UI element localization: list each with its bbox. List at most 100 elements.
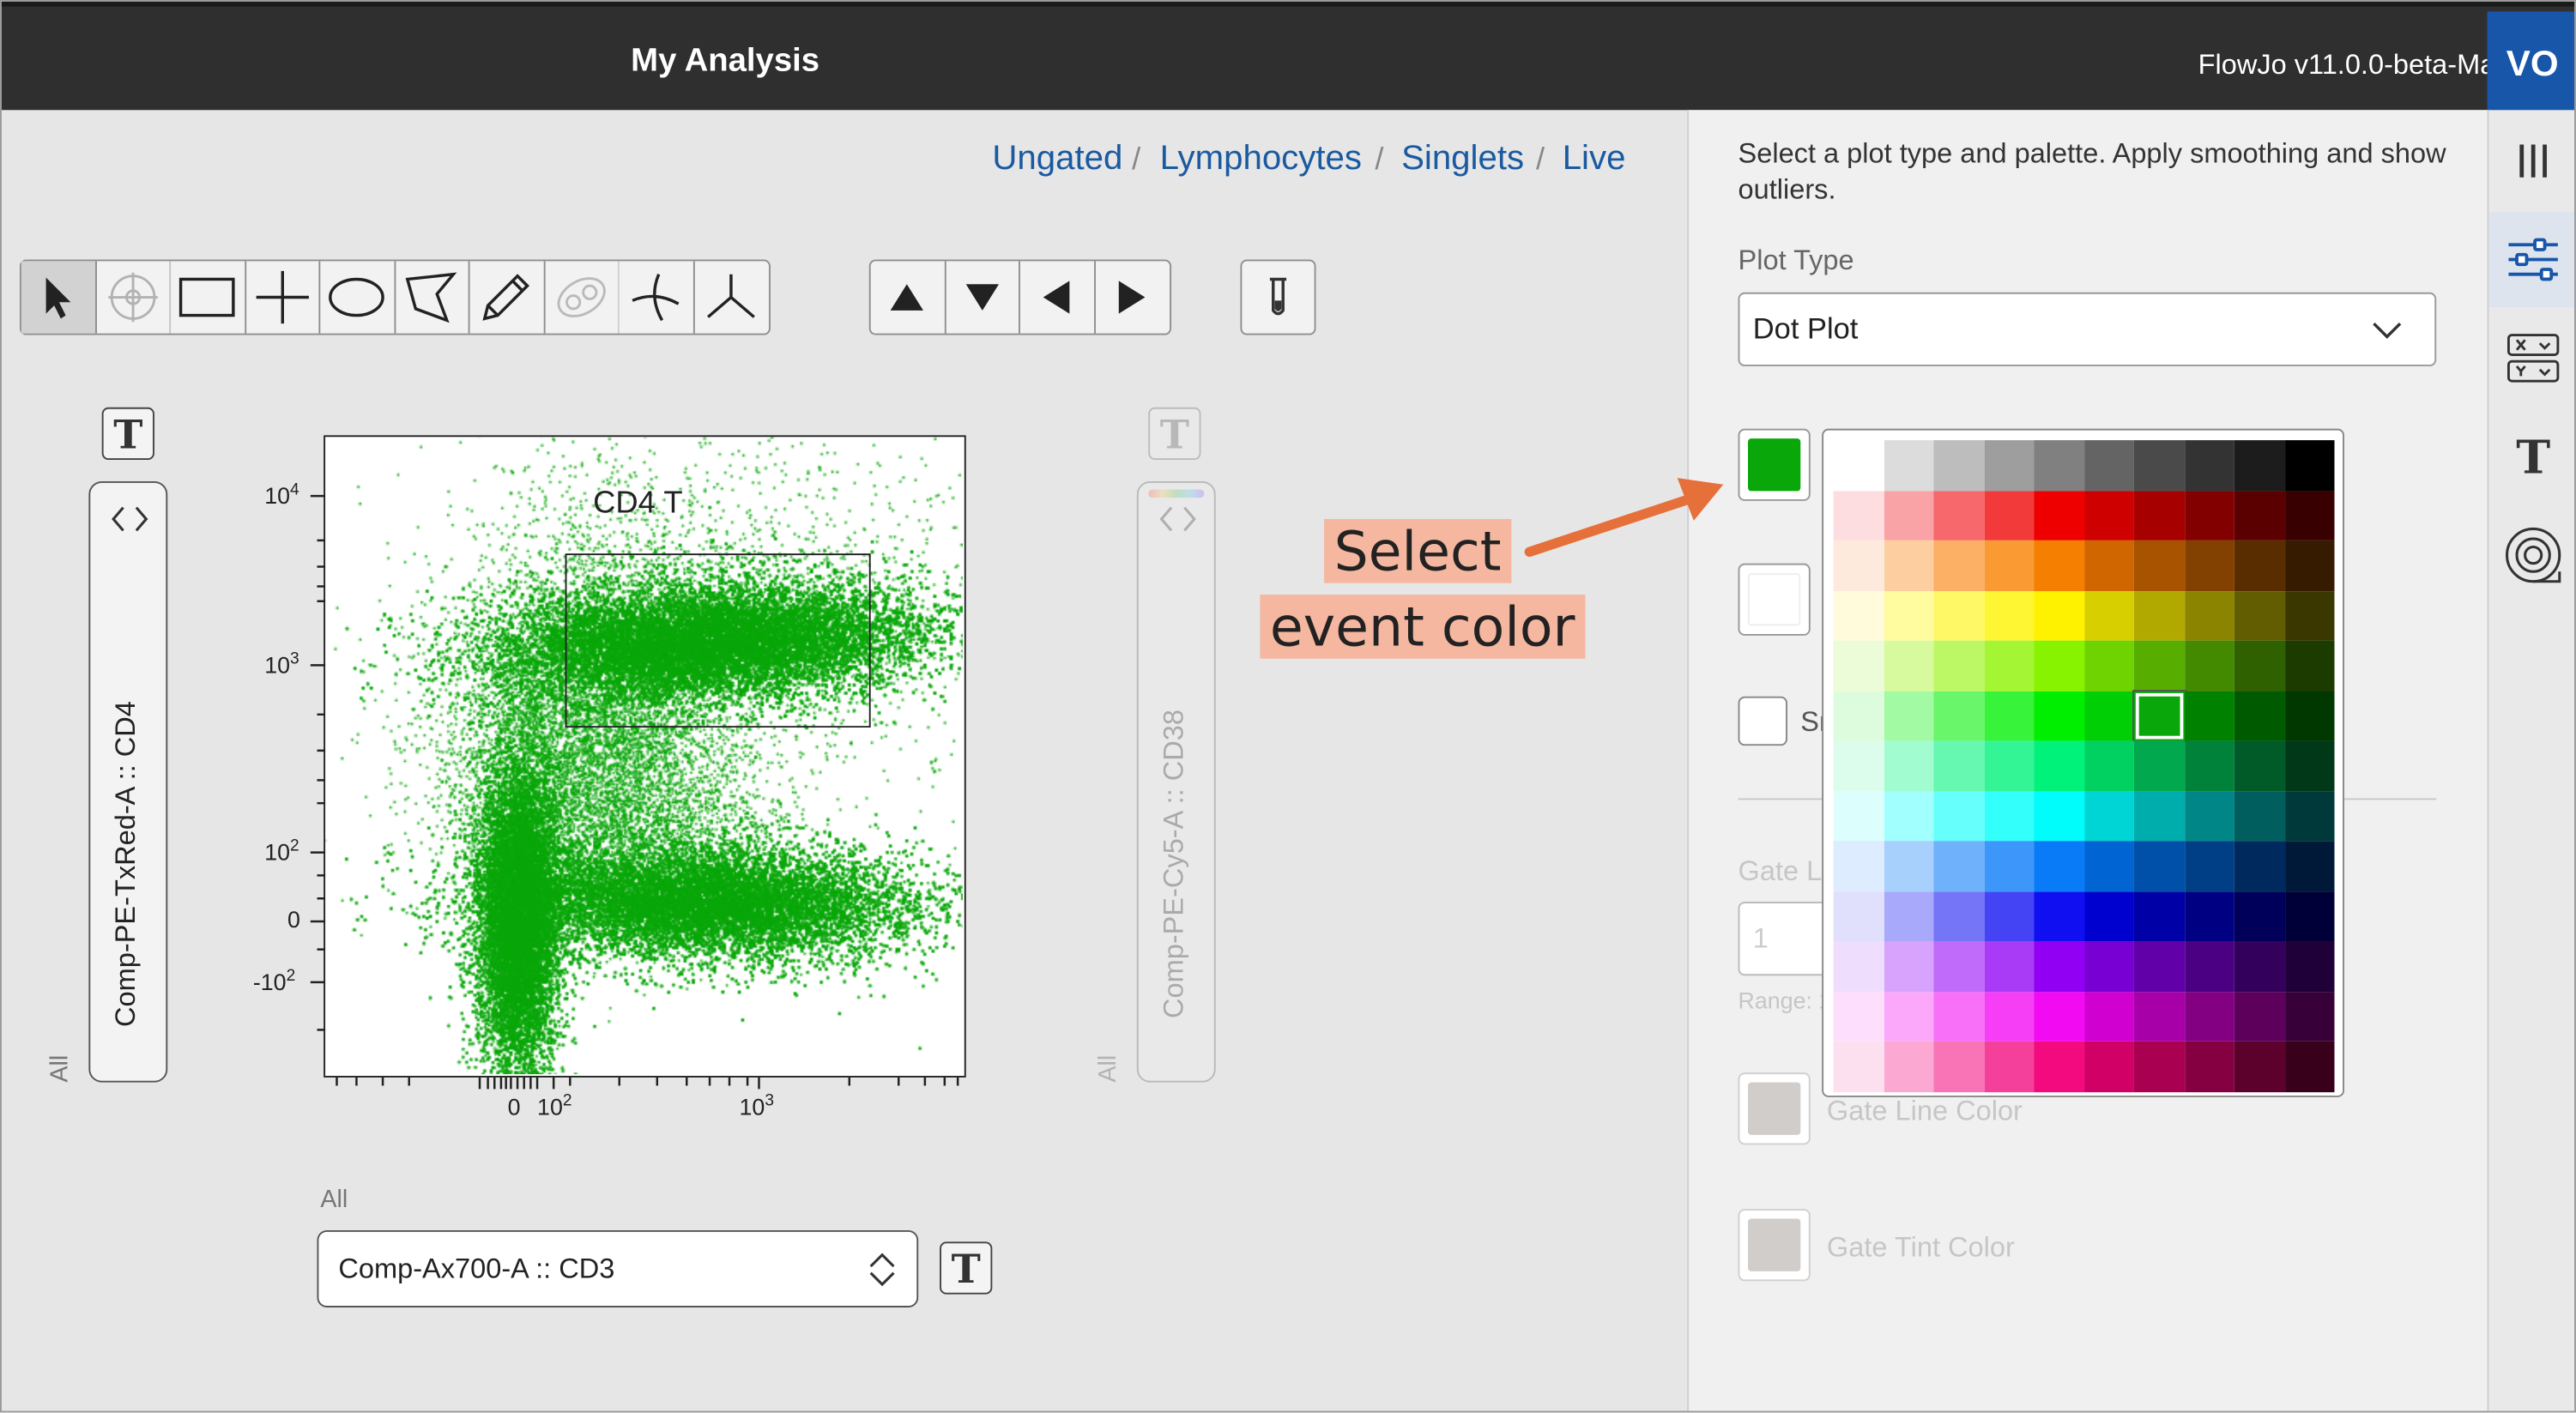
palette-color-cell[interactable]	[2184, 641, 2234, 691]
background-color-button[interactable]	[1738, 564, 1811, 636]
palette-color-cell[interactable]	[2284, 440, 2334, 490]
palette-color-cell[interactable]	[2234, 540, 2284, 590]
palette-color-cell[interactable]	[2084, 891, 2134, 941]
palette-color-cell[interactable]	[1933, 841, 1983, 891]
palette-color-cell[interactable]	[2034, 490, 2083, 540]
palette-color-cell[interactable]	[1984, 590, 2034, 640]
palette-color-cell[interactable]	[1933, 991, 1983, 1041]
spider-gate-icon[interactable]	[545, 261, 620, 333]
palette-color-cell[interactable]	[2034, 891, 2083, 941]
palette-color-cell[interactable]	[2134, 991, 2184, 1041]
palette-color-cell[interactable]	[2234, 590, 2284, 640]
x-axis-selector[interactable]: Comp-Ax700-A :: CD3	[317, 1230, 918, 1307]
palette-color-cell[interactable]	[2234, 691, 2284, 740]
palette-color-cell[interactable]	[1834, 891, 1884, 941]
palette-color-cell[interactable]	[2284, 891, 2334, 941]
breadcrumb-lymphocytes[interactable]: Lymphocytes	[1160, 140, 1362, 179]
palette-color-cell[interactable]	[2134, 891, 2184, 941]
curly-quadrant-icon[interactable]	[620, 261, 694, 333]
palette-color-cell[interactable]	[1834, 791, 1884, 841]
palette-color-cell[interactable]	[2034, 941, 2083, 991]
breadcrumb-ungated[interactable]: Ungated	[992, 140, 1122, 179]
user-avatar[interactable]: VO	[2488, 11, 2576, 115]
palette-color-cell[interactable]	[1984, 1042, 2034, 1091]
palette-color-cell[interactable]	[2084, 1042, 2134, 1091]
palette-color-cell[interactable]	[1834, 540, 1884, 590]
smoothing-checkbox[interactable]	[1738, 697, 1787, 746]
quadrant-crosshair-icon[interactable]	[96, 261, 171, 333]
down-triangle-icon[interactable]	[946, 261, 1020, 333]
palette-color-cell[interactable]	[2284, 1042, 2334, 1091]
palette-color-cell[interactable]	[1834, 641, 1884, 691]
palette-color-cell[interactable]	[1884, 590, 1933, 640]
palette-color-cell[interactable]	[2034, 691, 2083, 740]
palette-color-cell[interactable]	[2234, 440, 2284, 490]
palette-color-cell[interactable]	[1984, 841, 2034, 891]
palette-color-cell[interactable]	[1933, 691, 1983, 740]
palette-color-cell[interactable]	[2034, 791, 2083, 841]
palette-color-cell[interactable]	[2184, 941, 2234, 991]
palette-color-cell[interactable]	[2284, 691, 2334, 740]
palette-color-cell[interactable]	[1933, 1042, 1983, 1091]
palette-color-cell[interactable]	[2284, 540, 2334, 590]
palette-color-cell[interactable]	[2134, 590, 2184, 640]
x-axis-text-button[interactable]: T	[940, 1241, 992, 1294]
palette-color-cell[interactable]	[1884, 691, 1933, 740]
test-tube-button[interactable]	[1240, 259, 1315, 335]
palette-color-cell[interactable]	[2034, 991, 2083, 1041]
palette-color-cell[interactable]	[2184, 590, 2234, 640]
palette-color-cell[interactable]	[2234, 841, 2284, 891]
palette-color-cell[interactable]	[1834, 740, 1884, 790]
palette-color-cell[interactable]	[1834, 841, 1884, 891]
palette-color-cell[interactable]	[1984, 941, 2034, 991]
palette-color-cell[interactable]	[1834, 440, 1884, 490]
ellipse-icon[interactable]	[320, 261, 395, 333]
palette-color-cell[interactable]	[1834, 941, 1884, 991]
palette-color-cell[interactable]	[2134, 941, 2184, 991]
palette-color-cell[interactable]	[1933, 941, 1983, 991]
tri-gate-icon[interactable]	[694, 261, 769, 333]
xy-axes-icon[interactable]	[2488, 311, 2575, 406]
palette-color-cell[interactable]	[2034, 1042, 2083, 1091]
palette-color-cell[interactable]	[1984, 991, 2034, 1041]
palette-color-cell[interactable]	[2084, 490, 2134, 540]
rectangle-icon[interactable]	[171, 261, 245, 333]
palette-color-cell[interactable]	[1834, 490, 1884, 540]
sliders-icon[interactable]	[2488, 212, 2575, 307]
palette-color-cell[interactable]	[1984, 490, 2034, 540]
cd4-t-gate[interactable]	[565, 553, 871, 728]
palette-color-cell[interactable]	[2184, 691, 2234, 740]
palette-color-cell[interactable]	[2184, 1042, 2234, 1091]
cross-icon[interactable]	[245, 261, 320, 333]
palette-color-cell[interactable]	[2084, 440, 2134, 490]
pointer-icon[interactable]	[21, 261, 96, 333]
palette-color-cell[interactable]	[2034, 440, 2083, 490]
palette-color-cell[interactable]	[2234, 490, 2284, 540]
palette-color-cell[interactable]	[2184, 841, 2234, 891]
palette-color-cell[interactable]	[2034, 841, 2083, 891]
palette-color-cell[interactable]	[2234, 740, 2284, 790]
palette-color-cell[interactable]	[1834, 991, 1884, 1041]
dot-plot[interactable]: CD4 T	[324, 435, 966, 1078]
palette-color-cell[interactable]	[2184, 540, 2234, 590]
palette-color-cell[interactable]	[2184, 791, 2234, 841]
palette-color-cell[interactable]	[2134, 740, 2184, 790]
palette-color-cell[interactable]	[2284, 791, 2334, 841]
palette-color-cell[interactable]	[2134, 440, 2184, 490]
palette-color-cell[interactable]	[1884, 440, 1933, 490]
palette-color-cell[interactable]	[1984, 740, 2034, 790]
palette-color-cell[interactable]	[2034, 590, 2083, 640]
y-axis-text-button[interactable]: T	[102, 408, 154, 460]
palette-color-cell[interactable]	[2184, 991, 2234, 1041]
palette-color-cell[interactable]	[2284, 740, 2334, 790]
palette-color-cell[interactable]	[2234, 791, 2284, 841]
palette-color-cell[interactable]	[1834, 590, 1884, 640]
palette-color-cell[interactable]	[2134, 1042, 2184, 1091]
palette-color-cell[interactable]	[2234, 891, 2284, 941]
palette-color-cell[interactable]	[1884, 841, 1933, 891]
z-axis-selector[interactable]: Comp-PE-Cy5-A :: CD38	[1137, 481, 1216, 1083]
reel-icon[interactable]	[2488, 508, 2575, 603]
palette-color-cell[interactable]	[1933, 440, 1983, 490]
columns-icon[interactable]	[2488, 113, 2575, 208]
palette-color-cell[interactable]	[2284, 590, 2334, 640]
